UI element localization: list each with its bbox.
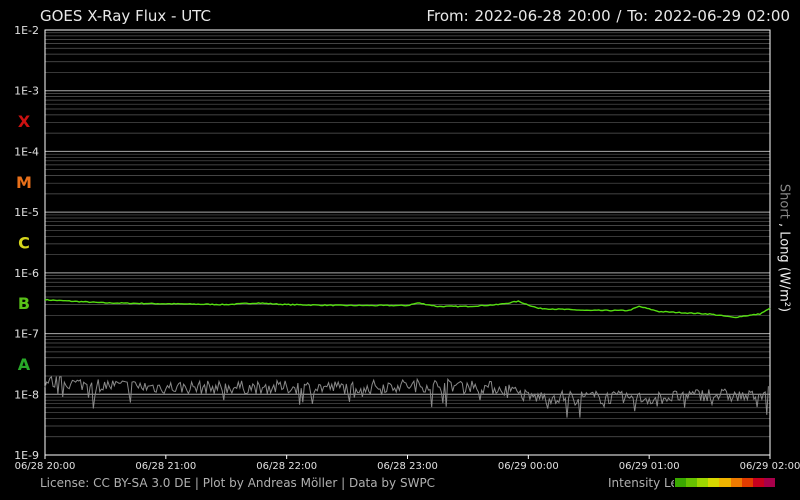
series-line-long: [44, 298, 771, 319]
flare-class-m: M: [16, 173, 32, 192]
legend-swatch: [763, 478, 775, 487]
legend-swatch: [697, 478, 709, 487]
intensity-legend-bar: [675, 478, 775, 487]
xray-flux-chart: 1E-21E-31E-41E-51E-61E-71E-81E-9 XMCBA 0…: [14, 24, 800, 472]
legend-swatch: [708, 478, 720, 487]
x-tick-label: 06/29 00:00: [498, 461, 559, 472]
license-text: License: CC BY-SA 3.0 DE | Plot by Andre…: [40, 476, 436, 490]
axis-title-separator: ,: [776, 218, 792, 232]
y-tick-label: 1E-8: [14, 388, 39, 401]
axis-title-short: Short: [776, 183, 792, 219]
y-axis-title: Short , Long (W/m²): [777, 184, 792, 312]
y-tick-label: 1E-7: [14, 328, 39, 341]
legend-swatch: [686, 478, 698, 487]
intensity-legend-label: Intensity Legend: [608, 476, 674, 490]
x-tick-label: 06/28 22:00: [256, 461, 317, 472]
x-tick-labels: 06/28 20:00 06/28 21:00 06/28 22:00 06/28 2…: [15, 455, 800, 472]
y-tick-label: 1E-6: [14, 267, 39, 280]
y-tick-label: 1E-2: [14, 24, 39, 37]
flare-class-b: B: [18, 294, 30, 313]
legend-swatch: [730, 478, 742, 487]
x-tick-label: 06/28 20:00: [15, 461, 76, 472]
x-tick-label: 06/28 21:00: [135, 461, 196, 472]
legend-swatch: [675, 478, 687, 487]
y-tick-label: 1E-5: [14, 206, 39, 219]
legend-swatch: [752, 478, 764, 487]
flare-class-c: C: [18, 234, 30, 253]
legend-swatch: [719, 478, 731, 487]
x-tick-label: 06/29 02:00: [740, 461, 800, 472]
legend-swatch: [741, 478, 753, 487]
flare-class-a: A: [18, 355, 31, 374]
minor-grid: [45, 32, 770, 438]
axis-title-long: Long (W/m²): [776, 231, 792, 313]
x-tick-label: 06/29 01:00: [619, 461, 680, 472]
flare-class-x: X: [18, 112, 31, 131]
y-tick-label: 1E-4: [14, 145, 39, 158]
x-tick-label: 06/28 23:00: [377, 461, 438, 472]
y-tick-label: 1E-3: [14, 85, 39, 98]
